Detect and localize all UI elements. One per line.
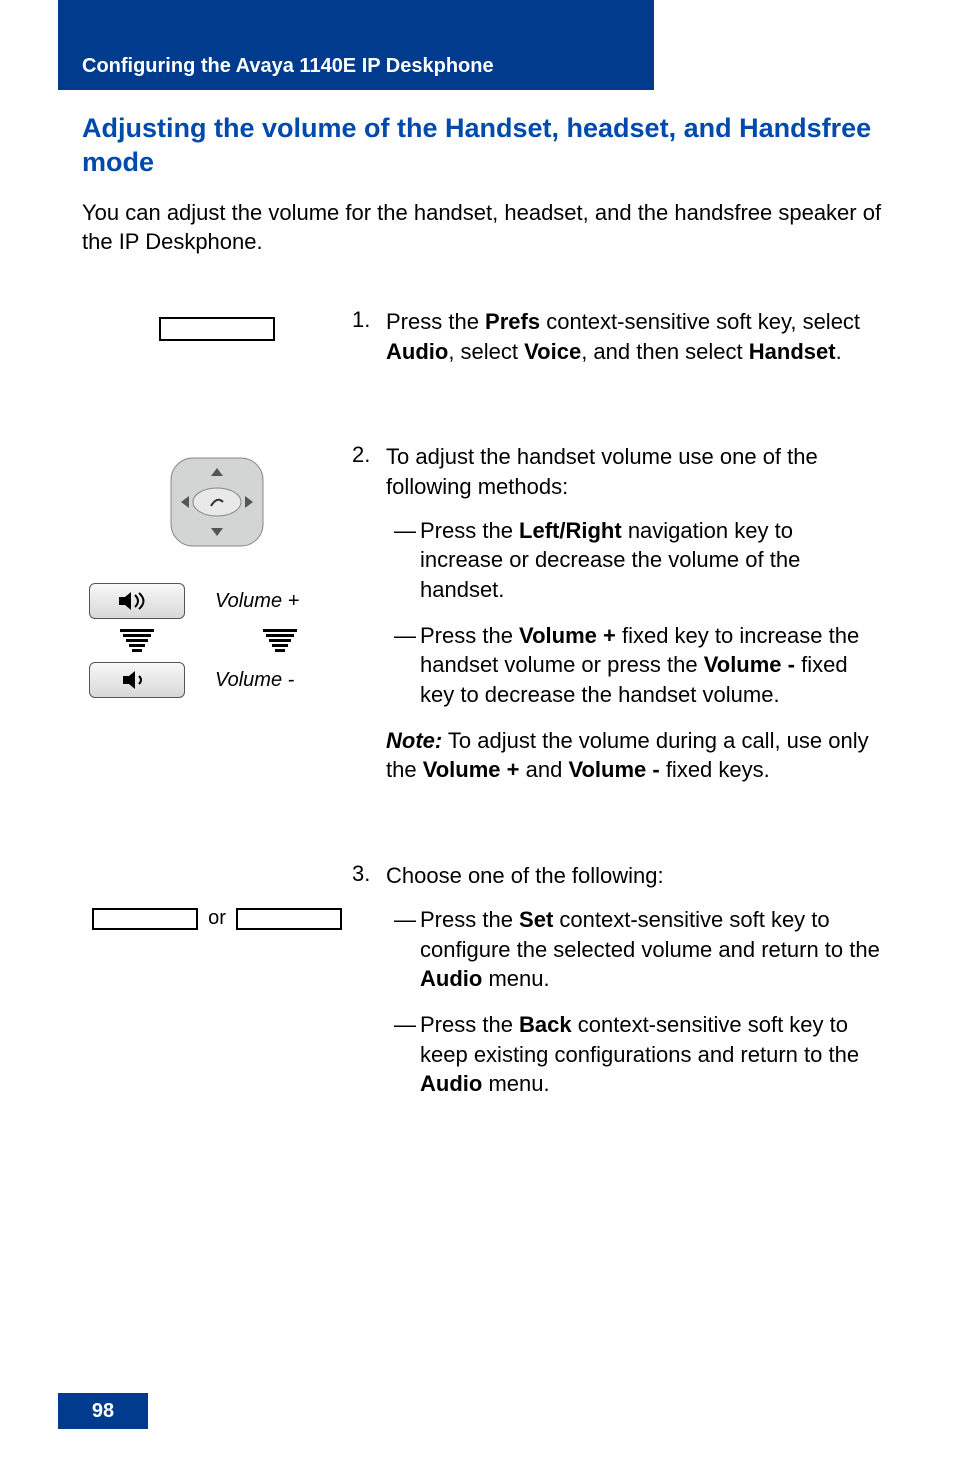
step-3-sub-1: — Press the Set context-sensitive soft k… <box>386 905 882 994</box>
breadcrumb: Configuring the Avaya 1140E IP Deskphone <box>58 48 654 84</box>
step-2-sub-1: — Press the Left/Right navigation key to… <box>386 516 882 605</box>
page-title: Adjusting the volume of the Handset, hea… <box>82 112 882 180</box>
page-number: 98 <box>58 1393 148 1429</box>
step-number: 1. <box>352 307 386 366</box>
intro-paragraph: You can adjust the volume for the handse… <box>82 198 882 257</box>
breadcrumb-text: Configuring the Avaya 1140E IP Deskphone <box>82 55 494 78</box>
step-number: 2. <box>352 442 386 785</box>
step-2-note: Note: To adjust the volume during a call… <box>386 726 882 785</box>
step-number: 3. <box>352 861 386 1115</box>
volume-minus-label: Volume - <box>215 669 345 692</box>
equalizer-icon <box>215 629 345 652</box>
step-2: 2. To adjust the handset volume use one … <box>352 442 882 785</box>
step-2-sub-2: — Press the Volume + fixed key to increa… <box>386 621 882 710</box>
prefs-softkey[interactable] <box>159 317 275 341</box>
step-3: 3. Choose one of the following: — Press … <box>352 861 882 1115</box>
back-softkey[interactable] <box>236 908 342 930</box>
step-2-lead: To adjust the handset volume use one of … <box>386 442 882 501</box>
volume-up-button-icon[interactable] <box>89 583 185 619</box>
step-3-sub-2: — Press the Back context-sensitive soft … <box>386 1010 882 1099</box>
step-1-body: Press the Prefs context-sensitive soft k… <box>386 307 882 366</box>
volume-plus-label: Volume + <box>215 590 345 613</box>
navigation-cluster-icon <box>157 452 277 557</box>
set-softkey[interactable] <box>92 908 198 930</box>
volume-down-button-icon[interactable] <box>89 662 185 698</box>
step-1: 1. Press the Prefs context-sensitive sof… <box>352 307 882 366</box>
step-3-lead: Choose one of the following: <box>386 861 882 891</box>
equalizer-icon <box>89 629 185 652</box>
or-separator: or <box>208 907 226 930</box>
